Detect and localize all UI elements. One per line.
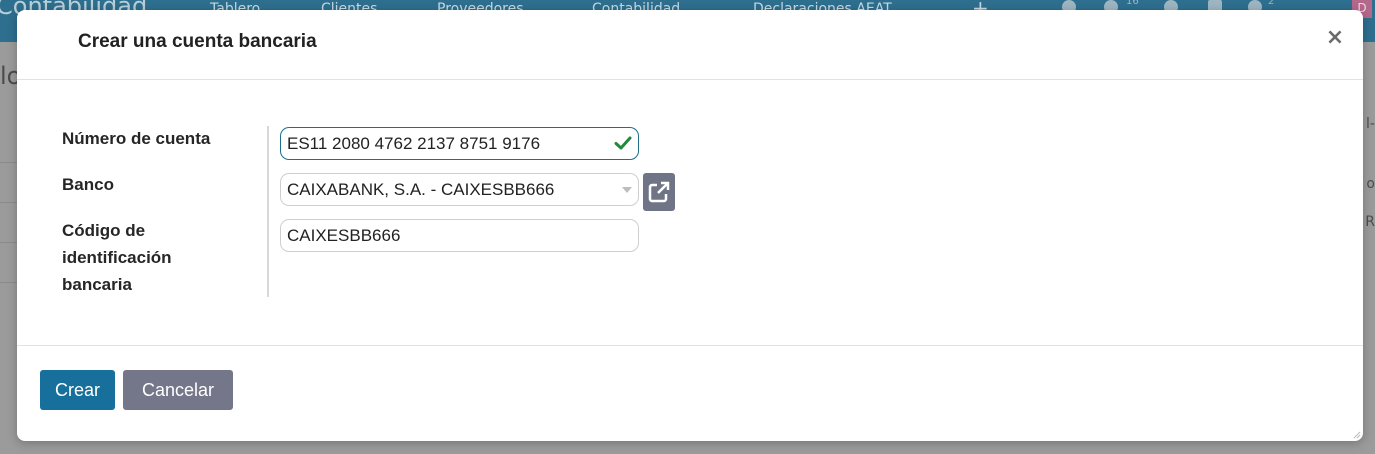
account-number-input[interactable] <box>281 128 607 159</box>
label-separator <box>267 126 269 297</box>
dialog-header: Crear una cuenta bancaria × <box>17 10 1363 80</box>
bank-label: Banco <box>62 175 114 194</box>
cancel-button[interactable]: Cancelar <box>123 370 233 410</box>
dropdown-caret-icon[interactable] <box>622 187 632 193</box>
chat-count-badge: 16 <box>1126 0 1139 7</box>
external-link-icon <box>648 181 670 203</box>
background-divider <box>0 202 18 203</box>
background-divider <box>0 282 18 283</box>
background-divider <box>0 242 18 243</box>
activity-count-badge: 2 <box>1268 0 1275 7</box>
create-bank-account-dialog: Crear una cuenta bancaria × Número de cu… <box>17 10 1363 441</box>
open-bank-record-button[interactable] <box>643 173 675 211</box>
background-text: R <box>1365 214 1375 230</box>
bic-field[interactable] <box>280 219 639 252</box>
background-divider <box>0 162 18 163</box>
dialog-footer: Crear Cancelar <box>17 345 1363 442</box>
resize-handle-icon[interactable] <box>1353 431 1361 439</box>
close-button[interactable]: × <box>1325 26 1345 50</box>
bank-input[interactable] <box>281 174 607 205</box>
bank-select[interactable] <box>280 173 639 206</box>
bic-label: Código de identificación bancaria <box>62 221 172 294</box>
check-icon <box>614 136 632 150</box>
dialog-title: Crear una cuenta bancaria <box>78 31 317 52</box>
background-text: o <box>1366 176 1375 192</box>
account-number-field[interactable] <box>280 127 639 160</box>
background-text: l- <box>1366 116 1375 132</box>
account-number-label: Número de cuenta <box>62 129 211 148</box>
dialog-body: Número de cuenta Banco Código de identif… <box>17 80 1363 345</box>
bic-input[interactable] <box>281 220 607 251</box>
create-button[interactable]: Crear <box>40 370 115 410</box>
